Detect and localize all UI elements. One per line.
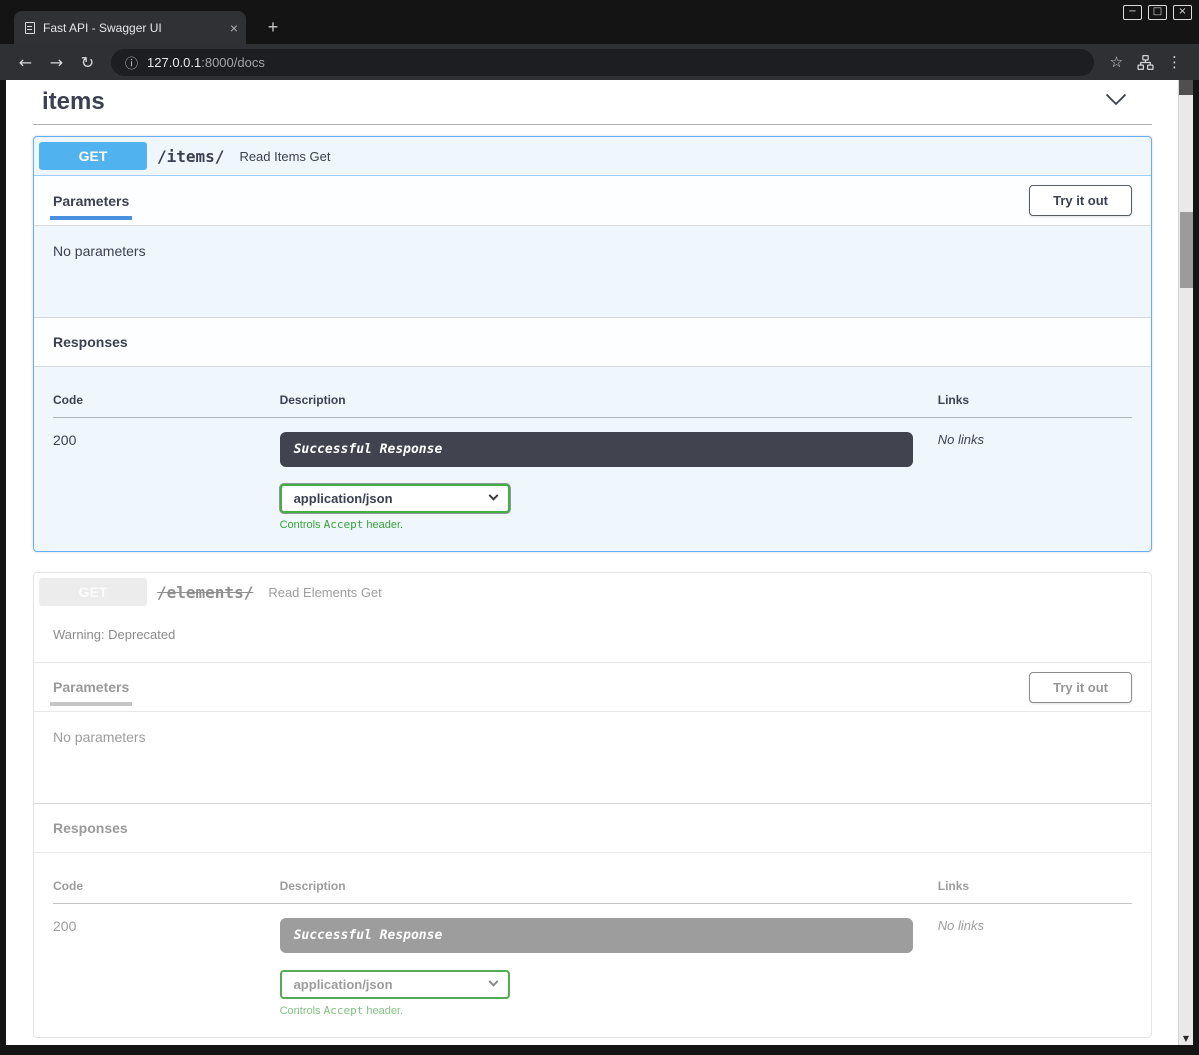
- bookmark-star-icon[interactable]: ☆: [1102, 53, 1131, 71]
- scrollbar[interactable]: ▼: [1178, 80, 1193, 1045]
- method-badge: GET: [39, 142, 147, 170]
- links-header: Links: [938, 879, 1132, 904]
- media-type-select[interactable]: application/json: [280, 484, 510, 513]
- responses-table: Code Description Links 200 Successful Re…: [53, 393, 1132, 531]
- accept-note-suffix: header.: [363, 519, 403, 531]
- try-it-out-button[interactable]: Try it out: [1029, 672, 1132, 703]
- window-frame-bottom: [0, 1045, 1199, 1055]
- accept-note-code: Accept: [324, 518, 364, 531]
- response-row: 200 Successful Response application/json…: [53, 904, 1132, 1018]
- endpoint-path[interactable]: /elements/: [157, 583, 253, 602]
- responses-header: Responses: [34, 317, 1151, 367]
- no-parameters-text: No parameters: [34, 226, 1151, 317]
- parameters-tab: Parameters: [53, 679, 129, 695]
- chevron-down-icon: [488, 491, 498, 501]
- response-code: 200: [53, 418, 280, 532]
- accept-note-prefix: Controls: [280, 519, 324, 531]
- response-links: No links: [938, 904, 1132, 1018]
- description-header: Description: [280, 393, 938, 418]
- media-type-value: application/json: [294, 977, 393, 992]
- tab-close-icon[interactable]: ×: [230, 21, 238, 35]
- responses-body: Code Description Links 200 Successful Re…: [34, 367, 1151, 551]
- reload-button[interactable]: ↻: [72, 53, 103, 72]
- accept-note-suffix: header.: [363, 1005, 403, 1017]
- minimize-button[interactable]: −: [1123, 5, 1142, 20]
- description-header: Description: [280, 879, 938, 904]
- try-it-out-button[interactable]: Try it out: [1029, 185, 1132, 216]
- url-host: 127.0.0.1: [147, 55, 201, 70]
- chevron-down-icon[interactable]: [1105, 93, 1127, 111]
- scroll-up-button[interactable]: [1179, 80, 1193, 95]
- accept-note-code: Accept: [324, 1004, 364, 1017]
- maximize-button[interactable]: □: [1148, 5, 1167, 20]
- swagger-content: items GET /items/ Read Items Get Paramet…: [6, 80, 1178, 1045]
- accept-note: Controls Accept header.: [280, 1004, 938, 1017]
- opblock-get-elements-deprecated: GET /elements/ Read Elements Get Warning…: [33, 572, 1152, 1038]
- sitemap-icon[interactable]: [1131, 53, 1160, 71]
- browser-tab[interactable]: Fast API - Swagger UI ×: [14, 11, 246, 44]
- site-info-icon[interactable]: ⓘ: [125, 53, 138, 72]
- page-viewport: items GET /items/ Read Items Get Paramet…: [6, 80, 1193, 1045]
- response-description: Successful Response: [280, 432, 913, 467]
- endpoint-path[interactable]: /items/: [157, 147, 224, 166]
- tab-title: Fast API - Swagger UI: [43, 21, 224, 35]
- responses-title: Responses: [53, 334, 128, 350]
- opblock-get-items: GET /items/ Read Items Get Parameters Tr…: [33, 136, 1152, 552]
- response-description: Successful Response: [280, 918, 913, 953]
- description-cell: Successful Response application/json Con…: [280, 904, 938, 1018]
- links-header: Links: [938, 393, 1132, 418]
- opblock-summary[interactable]: GET /items/ Read Items Get: [34, 137, 1151, 176]
- accept-note: Controls Accept header.: [280, 518, 938, 531]
- accept-note-prefix: Controls: [280, 1005, 324, 1017]
- parameters-tab: Parameters: [53, 193, 129, 209]
- description-cell: Successful Response application/json Con…: [280, 418, 938, 532]
- endpoint-summary: Read Items Get: [239, 149, 330, 164]
- media-type-value: application/json: [294, 491, 393, 506]
- forward-button[interactable]: →: [41, 53, 72, 72]
- responses-title: Responses: [53, 820, 128, 836]
- responses-table: Code Description Links 200 Successful Re…: [53, 879, 1132, 1017]
- address-bar[interactable]: ⓘ 127.0.0.1 :8000/docs: [111, 49, 1094, 76]
- response-links: No links: [938, 418, 1132, 532]
- browser-toolbar: ← → ↻ ⓘ 127.0.0.1 :8000/docs ☆ ⋮: [0, 44, 1199, 80]
- method-badge: GET: [39, 578, 147, 606]
- tab-strip: Fast API - Swagger UI × + − □ ×: [0, 0, 1199, 44]
- code-header: Code: [53, 393, 280, 418]
- tag-title: items: [42, 88, 105, 116]
- new-tab-button[interactable]: +: [260, 15, 286, 41]
- page-icon: [25, 22, 35, 34]
- back-button[interactable]: ←: [10, 53, 41, 72]
- chevron-down-icon: [488, 977, 498, 987]
- parameters-header: Parameters Try it out: [34, 662, 1151, 712]
- code-header: Code: [53, 879, 280, 904]
- media-type-select[interactable]: application/json: [280, 970, 510, 999]
- tag-section-header[interactable]: items: [33, 86, 1152, 125]
- opblock-summary[interactable]: GET /elements/ Read Elements Get: [34, 573, 1151, 611]
- scrollbar-thumb[interactable]: [1180, 212, 1193, 288]
- response-code: 200: [53, 904, 280, 1018]
- browser-window: Fast API - Swagger UI × + − □ × ← → ↻ ⓘ …: [0, 0, 1199, 1055]
- parameters-header: Parameters Try it out: [34, 176, 1151, 226]
- window-controls: − □ ×: [1123, 5, 1192, 20]
- no-parameters-text: No parameters: [34, 712, 1151, 803]
- deprecated-warning: Warning: Deprecated: [34, 611, 1151, 662]
- responses-header: Responses: [34, 803, 1151, 853]
- menu-kebab-icon[interactable]: ⋮: [1160, 53, 1189, 71]
- endpoint-summary: Read Elements Get: [268, 585, 381, 600]
- responses-body: Code Description Links 200 Successful Re…: [34, 853, 1151, 1037]
- url-path: :8000/docs: [201, 55, 265, 70]
- scroll-down-icon[interactable]: ▼: [1179, 1034, 1193, 1043]
- close-button[interactable]: ×: [1173, 5, 1192, 20]
- response-row: 200 Successful Response application/json…: [53, 418, 1132, 532]
